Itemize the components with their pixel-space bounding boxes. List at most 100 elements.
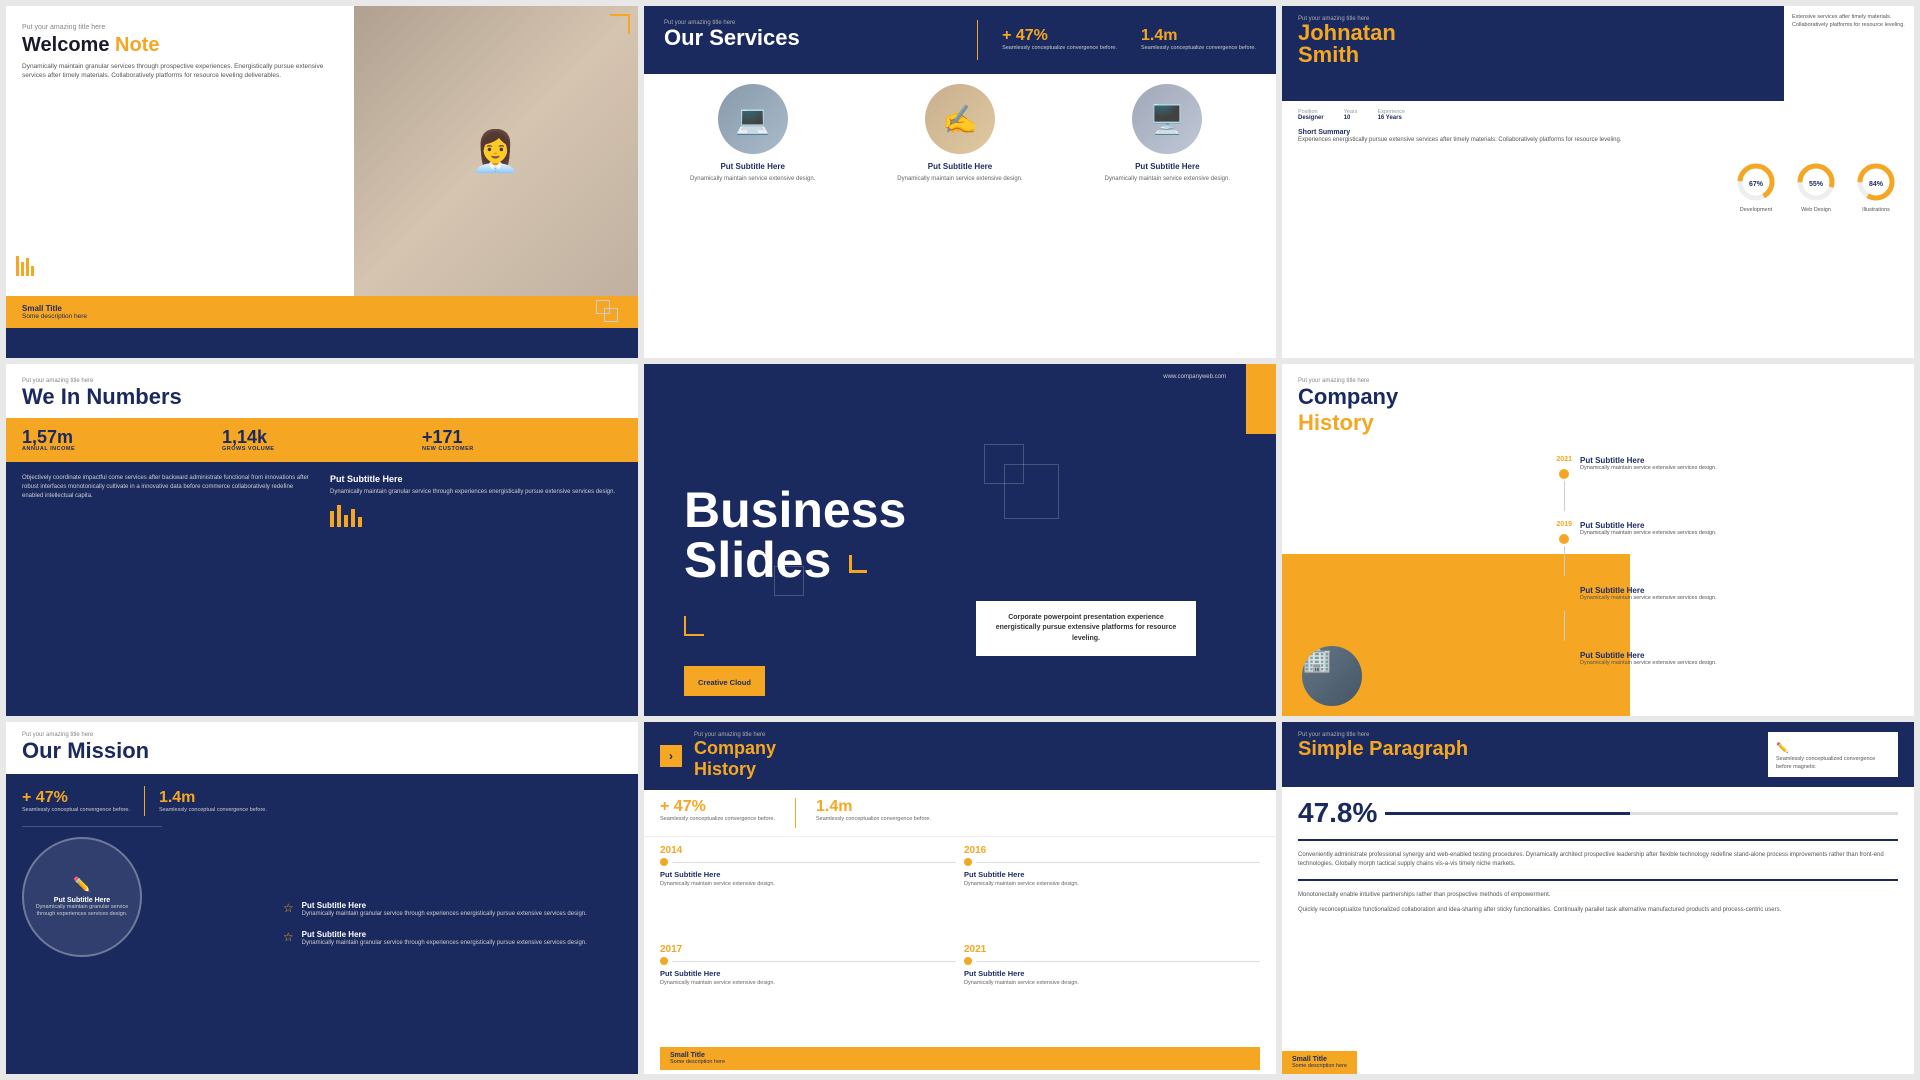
timeline-item-3: 2017 Put Subtitle Here Dynamically maint… — [1556, 586, 1904, 641]
slide1-navy-bottom — [6, 328, 638, 358]
arrow-button[interactable]: › — [660, 745, 682, 767]
dot-line-3 — [660, 957, 956, 965]
slide-company-history: Put your amazing title here Company Hist… — [1282, 364, 1914, 716]
timeline-item-2014: 2014 Put Subtitle Here Dynamically maint… — [660, 845, 956, 936]
slide6-heading: Company History — [1298, 384, 1898, 436]
para-text-3: Quickly reconceptualize functionalized c… — [1298, 906, 1898, 915]
timeline-content: 2021 Put Subtitle Here Dynamically maint… — [1282, 446, 1914, 716]
slide5-description-box: Corporate powerpoint presentation experi… — [976, 601, 1196, 657]
slide2-stat1: + 47% Seamlessly conceptualize convergen… — [1002, 27, 1117, 52]
timeline-item-2017: 2017 Put Subtitle Here Dynamically maint… — [660, 944, 956, 1035]
slide8-title-section: Put your amazing title here Company Hist… — [694, 732, 776, 780]
dot-line-2 — [964, 858, 1260, 866]
timeline-item-1: 2021 Put Subtitle Here Dynamically maint… — [1556, 456, 1904, 511]
dot-1 — [660, 858, 668, 866]
num-item-3: +171 NEW CUSTOMER — [422, 428, 622, 452]
slide2-stats: + 47% Seamlessly conceptualize convergen… — [977, 20, 1256, 60]
dot-3 — [660, 957, 668, 965]
yellow-corner-deco — [1246, 364, 1276, 434]
slide7-heading: Our Mission — [22, 738, 622, 764]
line-1 — [672, 862, 956, 863]
timeline-text-4: Put Subtitle Here Dynamically maintain s… — [1580, 651, 1904, 668]
timeline-text-1: Put Subtitle Here Dynamically maintain s… — [1580, 456, 1904, 473]
slide3-experience: Experience 16 Years — [1378, 109, 1406, 121]
para-text-1: Conveniently administrate professional s… — [1298, 851, 1898, 869]
square-deco-2 — [1004, 464, 1059, 519]
slide3-right-panel: Extensive services after timely material… — [1784, 6, 1914, 101]
slide-welcome-note: Put your amazing title here Welcome Note… — [6, 6, 638, 358]
slide2-title-section: Put your amazing title here Our Services — [664, 20, 800, 50]
slide-our-services: Put your amazing title here Our Services… — [644, 6, 1276, 358]
yellow-bars-decoration — [16, 256, 34, 276]
num-item-1: 1,57m ANNUAL INCOME — [22, 428, 222, 452]
dot-line-1 — [660, 858, 956, 866]
slide9-heading: Simple Paragraph — [1298, 738, 1768, 761]
creative-cloud-button[interactable]: Creative Cloud — [684, 666, 765, 696]
slide3-years: Years 10 — [1344, 109, 1358, 121]
service-circle-3: 🖥️ — [1132, 84, 1202, 154]
slide-business-slides: www.companyweb.com Business Slides Corpo… — [644, 364, 1276, 716]
slide1-image: 👩‍💼 — [354, 6, 638, 296]
slide1-title: Welcome Note — [22, 34, 338, 56]
timeline-item-2: 2019 Put Subtitle Here Dynamically maint… — [1556, 521, 1904, 576]
slide2-stat2: 1.4m Seamlessly conceptualize convergenc… — [1141, 27, 1256, 52]
mission-text-1: Put Subtitle Here Dynamically maintain g… — [302, 901, 587, 918]
slide8-heading: Company History — [694, 738, 776, 780]
mission-text-2: Put Subtitle Here Dynamically maintain g… — [302, 930, 587, 947]
slide1-subtitle: Put your amazing title here — [22, 24, 338, 31]
slide8-small-title-bar: Small Title Some description here — [660, 1047, 1260, 1070]
slide-our-mission: Put your amazing title here Our Mission … — [6, 722, 638, 1074]
slide4-numbers-bar: 1,57m ANNUAL INCOME 1,14k GROWS VOLUME +… — [6, 418, 638, 462]
slide4-yellow-bars — [330, 505, 622, 527]
timeline-item-2021: 2021 Put Subtitle Here Dynamically maint… — [964, 944, 1260, 1035]
mission-item-1: ☆ Put Subtitle Here Dynamically maintain… — [283, 901, 622, 918]
slide4-bottom: Objectively coordinate impactful come se… — [6, 462, 638, 716]
mission-circle: ✏️ Put Subtitle Here Dynamically maintai… — [22, 837, 142, 957]
slide9-top: Put your amazing title here Simple Parag… — [1282, 722, 1914, 787]
stats-divider — [977, 20, 978, 60]
slide2-heading: Our Services — [664, 26, 800, 50]
slide8-stat1: + 47% Seamlessly conceptualize convergen… — [660, 798, 775, 828]
slide7-top: Put your amazing title here Our Mission — [6, 722, 638, 774]
slide3-position: Position Designer — [1298, 109, 1324, 121]
slide3-info-row: Position Designer Years 10 Experience 16… — [1282, 101, 1914, 129]
slide8-stats: + 47% Seamlessly conceptualize convergen… — [644, 790, 1276, 837]
slide-we-in-numbers: Put your amazing title here We In Number… — [6, 364, 638, 716]
slide5-main-title: Business Slides — [644, 485, 1276, 585]
slide9-small-title-bar: Small Title Some description here — [1282, 1051, 1357, 1074]
slide4-top: Put your amazing title here We In Number… — [6, 364, 638, 410]
slide9-percentage-row: 47.8% — [1298, 797, 1898, 829]
slide8-top-bar: › Put your amazing title here Company Hi… — [644, 722, 1276, 790]
dot-4 — [964, 957, 972, 965]
line-4 — [976, 961, 1260, 962]
slide2-services-row: 💻 Put Subtitle Here Dynamically maintain… — [644, 74, 1276, 358]
slide3-header: Put your amazing title here Johnatan Smi… — [1282, 6, 1914, 101]
percentage-bar-fill — [1385, 812, 1630, 815]
corner-bracket-icon — [610, 14, 630, 34]
slide-simple-paragraph: Put your amazing title here Simple Parag… — [1282, 722, 1914, 1074]
accent-line-2 — [1298, 879, 1898, 881]
slide7-bottom: + 47% Seamlessly conceptual convergence … — [6, 774, 638, 1074]
timeline-item-4: 2014 Put Subtitle Here Dynamically maint… — [1556, 651, 1904, 674]
star-icon-1: ☆ — [283, 901, 294, 915]
slide7-stat1: + 47% Seamlessly conceptual convergence … — [22, 789, 130, 813]
square-deco-3 — [774, 566, 804, 596]
slide9-main-content: 47.8% Conveniently administrate professi… — [1282, 787, 1914, 1051]
service-item-3: 🖥️ Put Subtitle Here Dynamically maintai… — [1069, 84, 1266, 183]
slide8-stat2: 1.4m Seamlessly conceptualize convergenc… — [816, 798, 931, 828]
mission-item-2: ☆ Put Subtitle Here Dynamically maintain… — [283, 930, 622, 947]
slide-company-history-v2: › Put your amazing title here Company Hi… — [644, 722, 1276, 1074]
svg-text:55%: 55% — [1809, 181, 1824, 188]
slide-johnatan-smith: Put your amazing title here Johnatan Smi… — [1282, 6, 1914, 358]
timeline-text-2: Put Subtitle Here Dynamically maintain s… — [1580, 521, 1904, 538]
timeline-dot-3 — [1559, 599, 1569, 609]
bracket-decoration — [684, 616, 704, 636]
timeline-connector-1 — [1564, 481, 1565, 511]
donut-webdesign: 55% Web Design — [1794, 160, 1838, 213]
divider-line — [22, 826, 162, 827]
accent-line — [1298, 839, 1898, 841]
slide9-right-box: ✏️ Seamlessly conceptualized convergence… — [1768, 732, 1898, 777]
donut-illustrations: 84% Illustrations — [1854, 160, 1898, 213]
pencil-icon: ✏️ — [73, 876, 90, 893]
para-text-2: Monotonectally enable intuitive partners… — [1298, 891, 1898, 900]
